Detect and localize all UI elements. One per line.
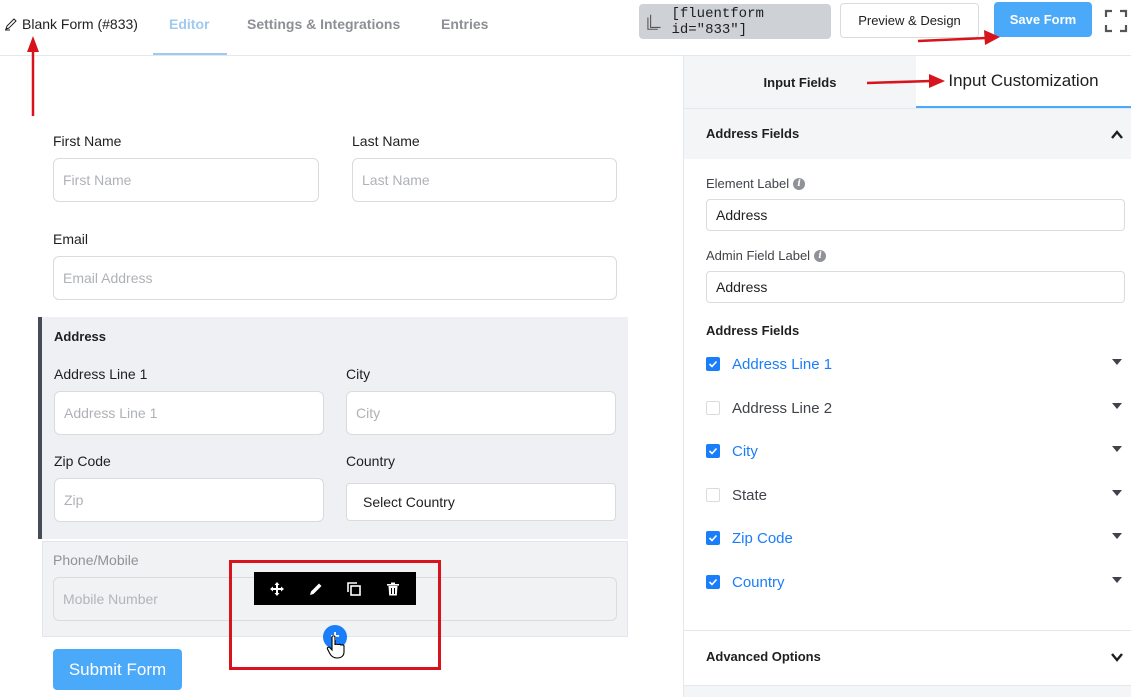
caret-down-icon[interactable] xyxy=(1112,403,1122,409)
last-name-input[interactable]: Last Name xyxy=(352,158,617,202)
checkbox[interactable] xyxy=(706,357,720,371)
address-field-label: State xyxy=(732,486,768,504)
admin-field-label-label: Admin Field Label i xyxy=(706,248,827,263)
address-line1-input[interactable]: Address Line 1 xyxy=(54,391,324,435)
info-icon[interactable]: i xyxy=(814,249,827,262)
caret-down-icon[interactable] xyxy=(1112,533,1122,539)
shortcode-button[interactable]: [fluentform id="833"] xyxy=(639,4,831,39)
city-label: City xyxy=(346,366,371,382)
form-title[interactable]: Blank Form (#833) xyxy=(4,14,138,34)
trash-icon[interactable] xyxy=(385,581,401,597)
email-input[interactable]: Email Address xyxy=(53,256,617,300)
panel-footer xyxy=(684,686,1131,697)
address-field-row[interactable]: City xyxy=(706,440,1126,462)
checkbox[interactable] xyxy=(706,401,720,415)
advanced-options-title: Advanced Options xyxy=(706,649,821,664)
checkbox[interactable] xyxy=(706,444,720,458)
element-label-label: Element Label i xyxy=(706,176,806,191)
checkbox[interactable] xyxy=(706,531,720,545)
move-icon[interactable] xyxy=(269,581,285,597)
tab-editor[interactable]: Editor xyxy=(169,16,209,32)
copy-icon xyxy=(647,14,661,30)
caret-down-icon[interactable] xyxy=(1112,577,1122,583)
chevron-up-icon[interactable] xyxy=(1110,128,1124,142)
active-tab-indicator xyxy=(153,53,227,55)
address-field-label: Address Line 1 xyxy=(732,355,833,373)
address-field-row[interactable]: Country xyxy=(706,571,1126,593)
first-name-label: First Name xyxy=(53,133,122,149)
first-name-input[interactable]: First Name xyxy=(53,158,319,202)
address-field-row[interactable]: Address Line 2 xyxy=(706,397,1126,419)
info-icon[interactable]: i xyxy=(793,177,806,190)
caret-down-icon[interactable] xyxy=(1112,490,1122,496)
email-label: Email xyxy=(53,231,89,247)
address-field-row[interactable]: State xyxy=(706,484,1126,506)
address-fields-subtitle: Address Fields xyxy=(706,323,800,338)
caret-down-icon[interactable] xyxy=(1112,359,1122,365)
address-field-label: Zip Code xyxy=(732,529,793,547)
element-label-input[interactable]: Address xyxy=(706,199,1125,231)
country-select[interactable]: Select Country xyxy=(346,483,616,521)
admin-field-label-text: Admin Field Label xyxy=(706,248,811,263)
tab-settings-integrations[interactable]: Settings & Integrations xyxy=(247,16,400,32)
edit-icon[interactable] xyxy=(308,581,324,597)
zip-code-input[interactable]: Zip xyxy=(54,478,324,522)
last-name-label: Last Name xyxy=(352,133,420,149)
city-input[interactable]: City xyxy=(346,391,616,435)
save-form-button[interactable]: Save Form xyxy=(994,2,1092,37)
tab-input-fields[interactable]: Input Fields xyxy=(684,56,916,108)
country-label: Country xyxy=(346,453,396,469)
address-field-row[interactable]: Address Line 1 xyxy=(706,353,1126,375)
chevron-down-icon[interactable] xyxy=(1110,650,1124,664)
address-line1-label: Address Line 1 xyxy=(54,366,148,382)
phone-label: Phone/Mobile xyxy=(53,552,139,568)
checkbox[interactable] xyxy=(706,575,720,589)
admin-field-label-input[interactable]: Address xyxy=(706,271,1125,303)
element-label-text: Element Label xyxy=(706,176,790,191)
shortcode-text: [fluentform id="833"] xyxy=(671,5,764,38)
address-field-label: Country xyxy=(732,573,785,591)
submit-form-button[interactable]: Submit Form xyxy=(53,649,182,690)
hand-cursor-icon xyxy=(326,635,345,659)
pencil-icon xyxy=(5,18,17,31)
form-title-text: Blank Form (#833) xyxy=(22,16,138,32)
tab-input-customization[interactable]: Input Customization xyxy=(916,56,1131,108)
caret-down-icon[interactable] xyxy=(1112,446,1122,452)
tab-entries[interactable]: Entries xyxy=(441,16,488,32)
address-field-row[interactable]: Zip Code xyxy=(706,527,1126,549)
checkbox[interactable] xyxy=(706,488,720,502)
zip-code-label: Zip Code xyxy=(54,453,111,469)
field-action-toolbar xyxy=(254,572,416,605)
address-field-label: Address Line 2 xyxy=(732,399,833,417)
duplicate-icon[interactable] xyxy=(346,581,362,597)
fullscreen-icon[interactable] xyxy=(1104,9,1128,33)
address-field-label: City xyxy=(732,442,758,460)
section-title: Address Fields xyxy=(706,126,800,141)
preview-design-button[interactable]: Preview & Design xyxy=(840,3,979,38)
address-title: Address xyxy=(54,329,107,344)
